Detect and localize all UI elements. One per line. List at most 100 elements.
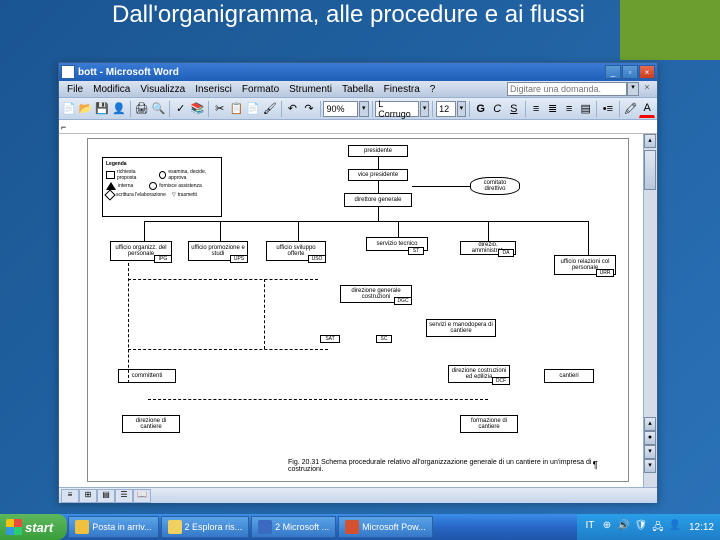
justify-button[interactable]: ▤: [578, 100, 594, 118]
highlight-button[interactable]: 🖍: [622, 100, 638, 118]
menu-format[interactable]: Formato: [238, 83, 285, 96]
font-size-input[interactable]: 12: [436, 101, 456, 117]
legend-item: trasmetti: [178, 192, 197, 198]
tray-msn-icon[interactable]: 👤: [668, 520, 682, 534]
menu-help[interactable]: ?: [426, 83, 442, 96]
ruler-marker[interactable]: ⌐: [61, 122, 66, 132]
window-controls: _ ▫ ×: [605, 65, 655, 79]
menubar: File Modifica Visualizza Inserisci Forma…: [59, 81, 657, 98]
copy-button[interactable]: 📋: [229, 100, 245, 118]
code-dgc: DGC: [394, 297, 412, 305]
code-ups: UPS: [230, 255, 248, 263]
underline-button[interactable]: S: [506, 100, 522, 118]
legend-title: Legenda: [106, 161, 218, 167]
reading-view-button[interactable]: 📖: [133, 489, 151, 503]
new-doc-button[interactable]: 📄: [61, 100, 77, 118]
figure-caption: Fig. 20.31 Schema procedurale relativo a…: [288, 459, 628, 473]
taskbar-item-label: 2 Esplora ris...: [185, 522, 243, 532]
code-da: DA: [498, 249, 514, 257]
word-app-icon: [61, 65, 75, 79]
code-sat: SAT: [320, 335, 340, 343]
save-button[interactable]: 💾: [94, 100, 110, 118]
zoom-input[interactable]: 90%: [323, 101, 358, 117]
menu-tools[interactable]: Strumenti: [285, 83, 338, 96]
zoom-dropdown-icon[interactable]: ▾: [359, 101, 369, 117]
spellcheck-button[interactable]: ✓: [173, 100, 189, 118]
box-vice-presidente: vice presidente: [348, 169, 408, 181]
font-size-dropdown-icon[interactable]: ▾: [457, 101, 467, 117]
paste-button[interactable]: 📄: [245, 100, 261, 118]
normal-view-button[interactable]: ≡: [61, 489, 79, 503]
box-comitato: comitato direttivo: [470, 177, 520, 195]
menu-file[interactable]: File: [63, 83, 89, 96]
align-right-button[interactable]: ≡: [561, 100, 577, 118]
prev-page-button[interactable]: ▴: [644, 417, 656, 431]
box-cantieri: cantieri: [544, 369, 594, 383]
menu-view[interactable]: Visualizza: [136, 83, 191, 96]
maximize-button[interactable]: ▫: [622, 65, 638, 79]
tray-lang-icon[interactable]: IT: [583, 520, 597, 534]
align-left-button[interactable]: ≡: [528, 100, 544, 118]
open-button[interactable]: 📂: [78, 100, 94, 118]
taskbar-item-powerpoint[interactable]: Microsoft Pow...: [338, 516, 433, 538]
taskbar-item-mail[interactable]: Posta in arriv...: [68, 516, 158, 538]
box-presidente: presidente: [348, 145, 408, 157]
taskbar: start Posta in arriv... 2 Esplora ris...…: [0, 514, 720, 540]
tray-network-icon[interactable]: 🖧: [651, 520, 665, 534]
tray-volume-icon[interactable]: 🔊: [617, 520, 631, 534]
select-browse-button[interactable]: ●: [644, 431, 656, 445]
research-button[interactable]: 📚: [190, 100, 206, 118]
document-area: Legenda richiesta proposta esamina, decid…: [59, 134, 657, 487]
toolbar-standard: 📄 📂 💾 👤 🖨 🔍 ✓ 📚 ✂ 📋 📄 🖌 ↶ ↷ 90% ▾ L Corr…: [59, 98, 657, 120]
scroll-down-arrow[interactable]: ▾: [644, 459, 656, 473]
pilcrow-mark: ¶: [593, 460, 598, 471]
print-view-button[interactable]: ▤: [97, 489, 115, 503]
bullets-button[interactable]: •≡: [600, 100, 616, 118]
scroll-thumb[interactable]: [644, 150, 656, 190]
tray-clock[interactable]: 12:12: [689, 522, 714, 533]
cut-button[interactable]: ✂: [212, 100, 228, 118]
undo-button[interactable]: ↶: [285, 100, 301, 118]
print-button[interactable]: 🖨: [134, 100, 150, 118]
document-page[interactable]: Legenda richiesta proposta esamina, decid…: [87, 138, 629, 482]
close-button[interactable]: ×: [639, 65, 655, 79]
style-dropdown-icon[interactable]: ▾: [420, 101, 430, 117]
box-servizi-manodopera: servizi e manodopera di cantiere: [426, 319, 496, 337]
format-painter-button[interactable]: 🖌: [262, 100, 278, 118]
font-color-button[interactable]: A: [639, 100, 655, 118]
minimize-button[interactable]: _: [605, 65, 621, 79]
menu-insert[interactable]: Inserisci: [191, 83, 238, 96]
legend-item: interna: [118, 183, 133, 189]
start-label: start: [25, 520, 53, 535]
preview-button[interactable]: 🔍: [151, 100, 167, 118]
redo-button[interactable]: ↷: [301, 100, 317, 118]
slide-title: Dall'organigramma, alle procedure e ai f…: [112, 2, 585, 28]
scroll-up-arrow[interactable]: ▴: [644, 134, 656, 148]
italic-button[interactable]: C: [489, 100, 505, 118]
menu-edit[interactable]: Modifica: [89, 83, 136, 96]
tray-bt-icon[interactable]: ⊕: [600, 520, 614, 534]
legend-item: esamina, decide, approva: [168, 169, 218, 181]
legend-item: richiesta proposta: [117, 169, 151, 181]
help-close-button[interactable]: ×: [641, 82, 653, 96]
help-search-input[interactable]: [507, 82, 627, 96]
help-dropdown-icon[interactable]: ▾: [627, 82, 639, 96]
outline-view-button[interactable]: ☰: [115, 489, 133, 503]
menu-window[interactable]: Finestra: [380, 83, 426, 96]
next-page-button[interactable]: ▾: [644, 445, 656, 459]
taskbar-item-explorer[interactable]: 2 Esplora ris...: [161, 516, 250, 538]
bold-button[interactable]: G: [473, 100, 489, 118]
folder-icon: [168, 520, 182, 534]
tray-shield-icon[interactable]: 🛡: [634, 520, 648, 534]
vertical-scrollbar[interactable]: ▴ ▴ ● ▾ ▾: [643, 134, 657, 487]
slide-accent-box: [620, 0, 720, 60]
style-input[interactable]: L Corrugo: [375, 101, 419, 117]
align-center-button[interactable]: ≣: [545, 100, 561, 118]
web-view-button[interactable]: ⊞: [79, 489, 97, 503]
taskbar-item-word[interactable]: 2 Microsoft ...: [251, 516, 336, 538]
taskbar-item-label: 2 Microsoft ...: [275, 522, 329, 532]
menu-table[interactable]: Tabella: [338, 83, 380, 96]
ruler: ⌐: [59, 120, 657, 134]
permission-button[interactable]: 👤: [111, 100, 127, 118]
start-button[interactable]: start: [0, 514, 67, 540]
